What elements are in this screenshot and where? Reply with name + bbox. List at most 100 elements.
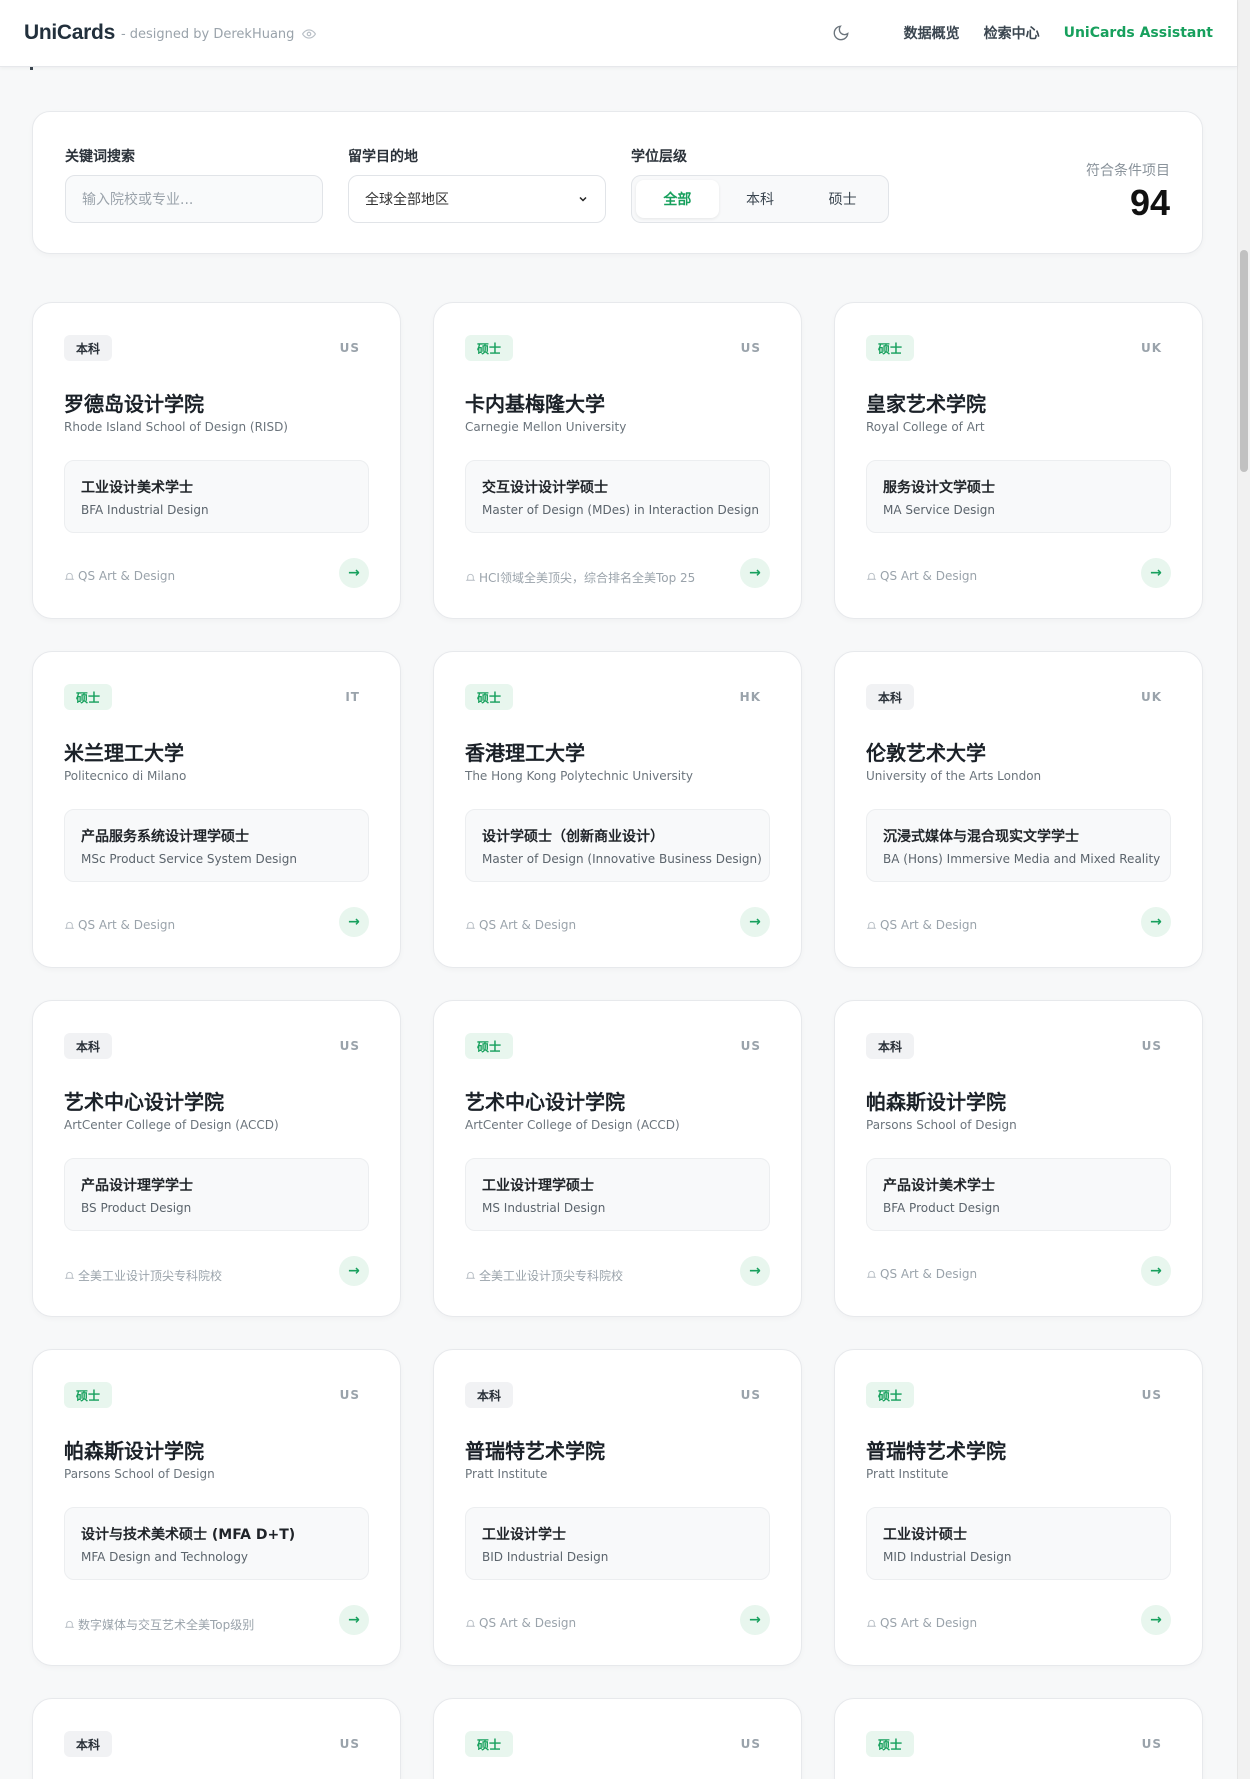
- brand-subtitle: - designed by DerekHuang: [120, 27, 295, 42]
- brand-logo[interactable]: UniCards: [24, 21, 115, 45]
- degree-badge: 本科: [64, 335, 113, 361]
- program-card[interactable]: 本科 US 帕森斯设计学院 Parsons School of Design 产品设计美…: [834, 1000, 1203, 1317]
- moon-icon[interactable]: [832, 24, 850, 42]
- program-card[interactable]: 硕士 US 卡内基梅隆大学 Carnegie Mellon University 交互设…: [433, 302, 802, 619]
- bell-icon: [465, 1271, 476, 1279]
- program-name-en: MFA Design and Technology: [81, 1550, 249, 1564]
- ranking-tag-text: QS Art & Design: [479, 918, 577, 932]
- keyword-label: 关键词搜索: [65, 149, 135, 165]
- card-open-button[interactable]: →: [740, 907, 770, 937]
- degree-option-all[interactable]: 全部: [636, 180, 719, 218]
- university-name-cn: 伦敦艺术大学: [866, 741, 986, 765]
- card-open-button[interactable]: →: [1141, 558, 1171, 588]
- program-card[interactable]: 本科 US 艺术中心设计学院 ArtCenter College of Design …: [32, 1000, 401, 1317]
- keyword-search-input[interactable]: 输入院校或专业...: [65, 175, 323, 223]
- university-name-en: Royal College of Art: [866, 420, 985, 434]
- scrollbar-thumb[interactable]: [1240, 250, 1248, 472]
- bell-icon: [866, 572, 877, 580]
- program-box: 产品服务系统设计理学硕士 MSc Product Service System D…: [64, 809, 369, 882]
- program-card[interactable]: 本科 US 罗德岛设计学院 Rhode Island School of Design…: [32, 302, 401, 619]
- program-card[interactable]: 硕士 IT 米兰理工大学 Politecnico di Milano 产品服务系统设计理…: [32, 651, 401, 968]
- card-open-button[interactable]: →: [1141, 1256, 1171, 1286]
- program-box: 设计学硕士（创新商业设计） Master of Design (Innovativ…: [465, 809, 770, 882]
- card-open-button[interactable]: →: [339, 558, 369, 588]
- university-name-en: Rhode Island School of Design (RISD): [64, 420, 288, 434]
- destination-select[interactable]: 全球全部地区: [348, 175, 606, 223]
- program-name-en: MA Service Design: [883, 503, 995, 517]
- program-name-en: MSc Product Service System Design: [81, 852, 297, 866]
- country-code: US: [740, 1388, 761, 1402]
- university-name-cn: 普瑞特艺术学院: [465, 1439, 605, 1463]
- program-name-cn: 交互设计设计学硕士: [482, 480, 608, 496]
- ranking-tag: 数字媒体与交互艺术全美Top级别: [64, 1616, 254, 1633]
- program-box: 工业设计美术学士 BFA Industrial Design: [64, 460, 369, 533]
- bell-icon: [866, 1619, 877, 1627]
- country-code: HK: [739, 690, 761, 704]
- program-card[interactable]: 硕士 US: [433, 1698, 802, 1779]
- arrow-right-icon: →: [348, 1612, 360, 1628]
- program-name-cn: 设计学硕士（创新商业设计）: [482, 829, 664, 845]
- nav-search-center[interactable]: 检索中心: [984, 23, 1040, 43]
- university-name-en: Pratt Institute: [866, 1467, 949, 1481]
- degree-badge: 硕士: [866, 1382, 915, 1408]
- degree-badge: 硕士: [465, 335, 514, 361]
- card-open-button[interactable]: →: [339, 907, 369, 937]
- program-card[interactable]: 硕士 US 艺术中心设计学院 ArtCenter College of Design …: [433, 1000, 802, 1317]
- program-name-cn: 沉浸式媒体与混合现实文学学士: [883, 829, 1079, 845]
- program-card[interactable]: 硕士 US 帕森斯设计学院 Parsons School of Design 设计与技术…: [32, 1349, 401, 1666]
- card-open-button[interactable]: →: [1141, 907, 1171, 937]
- ranking-tag-text: 全美工业设计顶尖专科院校: [78, 1269, 223, 1283]
- degree-badge: 本科: [866, 684, 915, 710]
- ranking-tag: 全美工业设计顶尖专科院校: [64, 1267, 222, 1284]
- destination-value: 全球全部地区: [365, 192, 449, 208]
- ranking-tag-text: QS Art & Design: [479, 1616, 577, 1630]
- program-card[interactable]: 硕士 HK 香港理工大学 The Hong Kong Polytechnic Univ…: [433, 651, 802, 968]
- university-name-en: Parsons School of Design: [64, 1467, 215, 1481]
- card-open-button[interactable]: →: [740, 558, 770, 588]
- ranking-tag: QS Art & Design: [866, 1616, 977, 1630]
- arrow-right-icon: →: [1150, 565, 1162, 581]
- program-card[interactable]: 硕士 UK 皇家艺术学院 Royal College of Art 服务设计文学硕士 MA…: [834, 302, 1203, 619]
- arrow-right-icon: →: [348, 914, 360, 930]
- card-open-button[interactable]: →: [740, 1256, 770, 1286]
- nav-assistant[interactable]: UniCards Assistant: [1064, 25, 1213, 41]
- university-name-en: Pratt Institute: [465, 1467, 548, 1481]
- ranking-tag: QS Art & Design: [866, 918, 977, 932]
- program-card[interactable]: 硕士 US: [834, 1698, 1203, 1779]
- result-count-label: 符合条件项目: [1086, 163, 1170, 179]
- card-open-button[interactable]: →: [339, 1256, 369, 1286]
- card-open-button[interactable]: →: [740, 1605, 770, 1635]
- country-code: US: [339, 1388, 360, 1402]
- program-name-en: Master of Design (Innovative Business De…: [482, 852, 762, 866]
- program-name-cn: 产品服务系统设计理学硕士: [81, 829, 249, 845]
- program-card[interactable]: 本科 US: [32, 1698, 401, 1779]
- ranking-tag: QS Art & Design: [465, 918, 576, 932]
- country-code: UK: [1140, 690, 1162, 704]
- university-name-cn: 卡内基梅隆大学: [465, 392, 605, 416]
- university-name-cn: 罗德岛设计学院: [64, 392, 204, 416]
- nav-data-overview[interactable]: 数据概览: [904, 23, 960, 43]
- program-box: 交互设计设计学硕士 Master of Design (MDes) in Inte…: [465, 460, 770, 533]
- program-name-en: BID Industrial Design: [482, 1550, 609, 1564]
- eye-icon[interactable]: [302, 27, 317, 41]
- arrow-right-icon: →: [1150, 1263, 1162, 1279]
- result-count-value: 94: [1129, 182, 1170, 223]
- university-name-en: Politecnico di Milano: [64, 769, 187, 783]
- program-box: 工业设计学士 BID Industrial Design: [465, 1507, 770, 1580]
- degree-option-master[interactable]: 硕士: [801, 180, 884, 218]
- university-name-cn: 米兰理工大学: [64, 741, 184, 765]
- program-card[interactable]: 硕士 US 普瑞特艺术学院 Pratt Institute 工业设计硕士 MID Indu…: [834, 1349, 1203, 1666]
- country-code: US: [1141, 1737, 1162, 1751]
- program-card[interactable]: 本科 US 普瑞特艺术学院 Pratt Institute 工业设计学士 BID Indu…: [433, 1349, 802, 1666]
- ranking-tag-text: QS Art & Design: [880, 569, 978, 583]
- program-card[interactable]: 本科 UK 伦敦艺术大学 University of the Arts London 沉…: [834, 651, 1203, 968]
- university-name-en: The Hong Kong Polytechnic University: [465, 769, 693, 783]
- card-open-button[interactable]: →: [339, 1605, 369, 1635]
- program-name-cn: 工业设计硕士: [883, 1527, 967, 1543]
- keyword-placeholder: 输入院校或专业...: [82, 192, 194, 208]
- bell-icon: [866, 921, 877, 929]
- ranking-tag-text: QS Art & Design: [78, 918, 176, 932]
- card-open-button[interactable]: →: [1141, 1605, 1171, 1635]
- ranking-tag: QS Art & Design: [64, 569, 175, 583]
- degree-option-bachelor[interactable]: 本科: [719, 180, 802, 218]
